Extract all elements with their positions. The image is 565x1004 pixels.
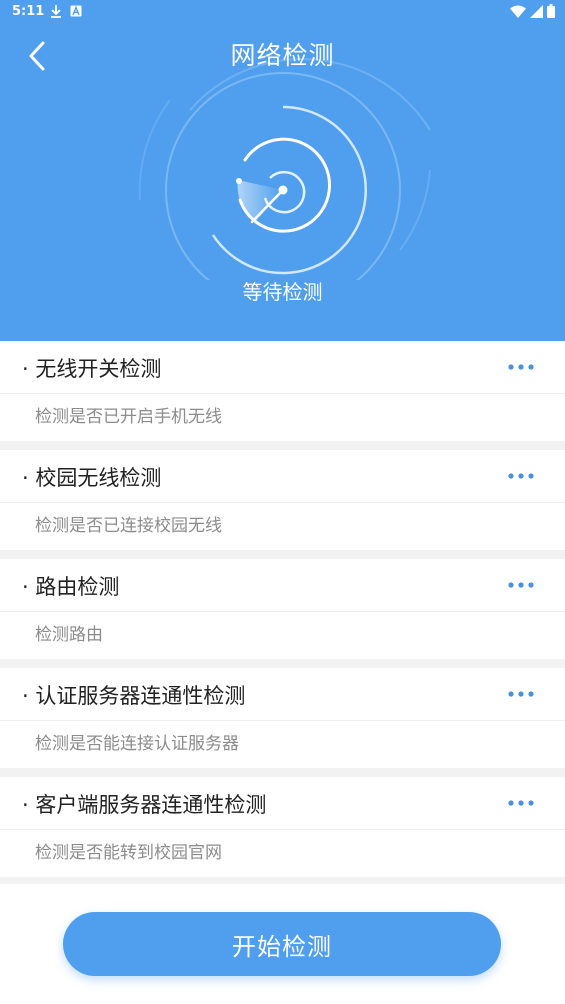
more-button[interactable] bbox=[505, 357, 537, 377]
check-card-auth-server: · 认证服务器连通性检测 检测是否能连接认证服务器 bbox=[0, 668, 565, 768]
radar-status-text: 等待检测 bbox=[242, 280, 323, 304]
check-title: · 路由检测 bbox=[22, 575, 120, 599]
wifi-icon bbox=[510, 5, 526, 18]
check-title: · 无线开关检测 bbox=[22, 357, 162, 381]
check-card-client-server: · 客户端服务器连通性检测 检测是否能转到校园官网 bbox=[0, 777, 565, 877]
check-card-header: · 无线开关检测 bbox=[0, 341, 565, 394]
start-detection-button[interactable]: 开始检测 bbox=[63, 912, 501, 976]
check-title: · 客户端服务器连通性检测 bbox=[22, 793, 267, 817]
more-button[interactable] bbox=[505, 466, 537, 486]
check-card-wireless-switch: · 无线开关检测 检测是否已开启手机无线 bbox=[0, 341, 565, 441]
download-icon bbox=[51, 5, 61, 18]
status-icons-right bbox=[510, 4, 555, 18]
more-button[interactable] bbox=[505, 793, 537, 813]
more-dots-icon bbox=[508, 800, 534, 806]
a-letter-icon bbox=[70, 5, 82, 17]
radar-icon bbox=[138, 58, 431, 280]
footer: 开始检测 bbox=[0, 884, 565, 1004]
more-dots-icon bbox=[508, 691, 534, 697]
check-description: 检测是否能转到校园官网 bbox=[35, 843, 222, 863]
battery-icon bbox=[547, 4, 555, 18]
header: 5:11 网络检测 等待检测 bbox=[0, 0, 565, 341]
check-description: 检测是否已开启手机无线 bbox=[35, 407, 222, 427]
check-description: 检测路由 bbox=[35, 625, 103, 645]
check-description: 检测是否能连接认证服务器 bbox=[35, 734, 239, 754]
check-title: · 认证服务器连通性检测 bbox=[22, 684, 246, 708]
status-icons-left bbox=[50, 4, 82, 18]
status-time: 5:11 bbox=[12, 4, 45, 19]
check-card-header: · 校园无线检测 bbox=[0, 450, 565, 503]
more-dots-icon bbox=[508, 364, 534, 370]
status-bar: 5:11 bbox=[0, 0, 565, 24]
more-dots-icon bbox=[508, 582, 534, 588]
check-card-header: · 客户端服务器连通性检测 bbox=[0, 777, 565, 830]
check-card-router: · 路由检测 检测路由 bbox=[0, 559, 565, 659]
check-description: 检测是否已连接校园无线 bbox=[35, 516, 222, 536]
signal-icon bbox=[530, 4, 543, 18]
check-card-header: · 路由检测 bbox=[0, 559, 565, 612]
check-list: · 无线开关检测 检测是否已开启手机无线 · 校园无线检测 检测是否已连接校园无… bbox=[0, 341, 565, 886]
more-button[interactable] bbox=[505, 575, 537, 595]
check-title: · 校园无线检测 bbox=[22, 466, 162, 490]
check-card-campus-wireless: · 校园无线检测 检测是否已连接校园无线 bbox=[0, 450, 565, 550]
more-button[interactable] bbox=[505, 684, 537, 704]
more-dots-icon bbox=[508, 473, 534, 479]
check-card-header: · 认证服务器连通性检测 bbox=[0, 668, 565, 721]
